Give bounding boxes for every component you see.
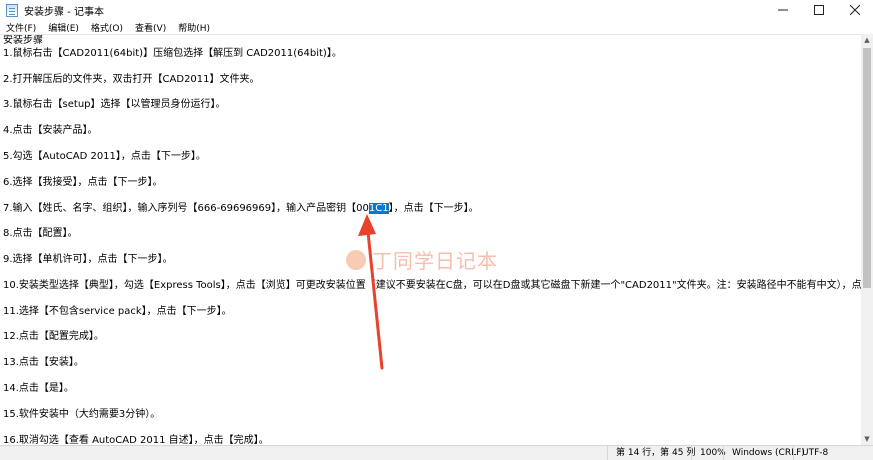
minimize-button[interactable] [765, 0, 801, 20]
zoom-level: 100% [691, 446, 726, 460]
text-line: 2.打开解压后的文件夹，双击打开【CAD2011】文件夹。 [3, 73, 260, 85]
text-line: 11.选择【不包含service pack】，点击【下一步】。 [3, 305, 232, 317]
close-button[interactable] [837, 0, 873, 20]
status-bar: 第 14 行，第 45 列 100% Windows (CRLF) UTF-8 [0, 445, 873, 460]
text-editor[interactable]: 安装步骤 1.鼠标右击【CAD2011(64bit)】压缩包选择【解压到 CAD2… [0, 34, 861, 445]
encoding: UTF-8 [793, 446, 828, 460]
maximize-button[interactable] [801, 0, 837, 20]
text-line: 5.勾选【AutoCAD 2011】，点击【下一步】。 [3, 151, 206, 163]
close-icon [850, 5, 860, 15]
notepad-icon [6, 3, 18, 17]
text-line [3, 164, 861, 177]
text-line [3, 293, 861, 306]
text-line [3, 396, 861, 409]
text-line: 6.选择【我接受】，点击【下一步】。 [3, 176, 163, 188]
text-line [3, 190, 861, 203]
text-line: 10.安装类型选择【典型】，勾选【Express Tools】，点击【浏览】可更… [3, 279, 861, 291]
scroll-down-icon[interactable]: ▼ [861, 433, 873, 445]
text-line [3, 344, 861, 357]
text-line [3, 319, 861, 332]
line-segment: 7.输入【姓氏、名字、组织】，输入序列号【666-69696969】，输入产品密… [3, 202, 369, 214]
menu-file[interactable]: 文件(F) [6, 21, 36, 34]
vertical-scrollbar[interactable]: ▲ ▼ [861, 34, 873, 445]
text-line [3, 267, 861, 280]
text-line: 1.鼠标右击【CAD2011(64bit)】压缩包选择【解压到 CAD2011(… [3, 47, 342, 59]
text-line: 4.点击【安装产品】。 [3, 125, 98, 137]
text-line: 14.点击【是】。 [3, 383, 74, 395]
text-line [3, 215, 861, 228]
title-bar: 安装步骤 - 记事本 [0, 0, 873, 20]
maximize-icon [814, 5, 824, 15]
text-line [3, 112, 861, 125]
text-line: 8.点击【配置】。 [3, 228, 78, 240]
text-line: 13.点击【安装】。 [3, 357, 84, 369]
window-title: 安装步骤 - 记事本 [24, 6, 104, 18]
text-line: 安装步骤 [3, 35, 43, 46]
text-line [3, 61, 861, 74]
text-line: 12.点击【配置完成】。 [3, 331, 104, 343]
menu-format[interactable]: 格式(O) [91, 21, 123, 34]
text-line: 7.输入【姓氏、名字、组织】，输入序列号【666-69696969】，输入产品密… [3, 202, 861, 216]
minimize-icon [778, 9, 788, 11]
menu-edit[interactable]: 编辑(E) [48, 21, 79, 34]
scroll-up-icon[interactable]: ▲ [861, 34, 873, 46]
scrollbar-thumb[interactable] [863, 48, 871, 288]
menu-bar: 文件(F) 编辑(E) 格式(O) 查看(V) 帮助(H) [0, 20, 873, 34]
text-line [3, 138, 861, 151]
menu-view[interactable]: 查看(V) [135, 21, 166, 34]
text-line: 16.取消勾选【查看 AutoCAD 2011 自述】，点击【完成】。 [3, 434, 269, 445]
text-line [3, 422, 861, 435]
text-content: 安装步骤 1.鼠标右击【CAD2011(64bit)】压缩包选择【解压到 CAD2… [3, 35, 861, 445]
text-line [3, 87, 861, 100]
selected-text: 1C1 [368, 202, 389, 214]
window-controls [765, 0, 873, 20]
line-segment: 】，点击【下一步】。 [388, 202, 479, 214]
text-line: 3.鼠标右击【setup】选择【以管理员身份运行】。 [3, 99, 226, 111]
cursor-position: 第 14 行，第 45 列 [607, 446, 695, 460]
text-line: 15.软件安装中（大约需要3分钟）。 [3, 408, 161, 420]
text-line [3, 241, 861, 254]
text-line [3, 370, 861, 383]
menu-help[interactable]: 帮助(H) [178, 21, 210, 34]
text-line: 9.选择【单机许可】，点击【下一步】。 [3, 254, 173, 266]
